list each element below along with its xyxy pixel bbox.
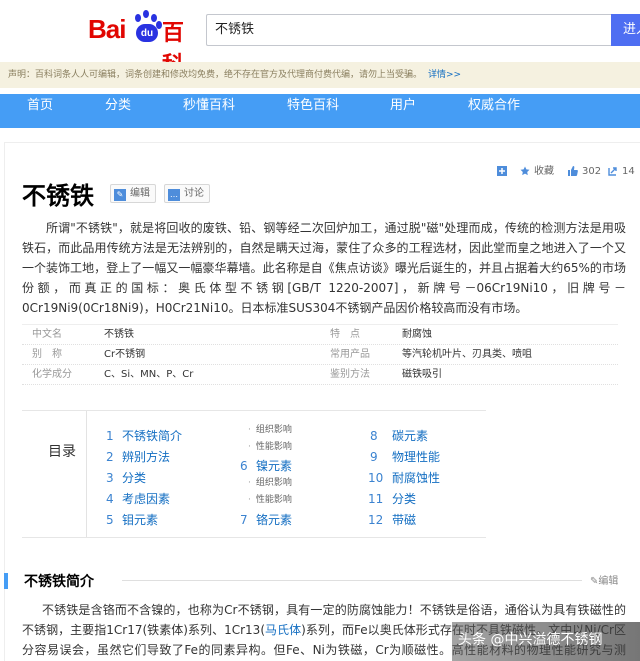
disclaimer-text: 声明：百科词条人人可编辑，词条创建和修改均免费，绝不存在官方及代理商付费代编，请… — [8, 70, 423, 80]
disclaimer-details-link[interactable]: 详情>> — [428, 70, 461, 80]
nav-miaodong[interactable]: 秒懂百科 — [183, 94, 235, 128]
section-edit-button[interactable]: ✎编辑 — [590, 572, 618, 587]
header: Bai du 百科 不锈铁 进入 — [0, 0, 640, 78]
disclaimer-bar: 声明：百科词条人人可编辑，词条创建和修改均免费，绝不存在官方及代理商付费代编，请… — [0, 62, 640, 88]
toc-item[interactable]: 3 分类 — [106, 469, 146, 486]
paw-icon: du — [132, 10, 162, 44]
info-key: 常用产品 — [330, 349, 370, 360]
discuss-button[interactable]: … 讨论 — [164, 184, 210, 203]
info-row: 别 称 Cr不锈钢 常用产品 等汽轮机叶片、刃具类、喷咀 — [22, 345, 618, 365]
toc-divider — [86, 411, 87, 537]
toc-item[interactable]: 9 物理性能 — [370, 448, 440, 465]
baidu-baike-logo[interactable]: Bai du 百科 — [88, 10, 198, 78]
share-count: 14 — [622, 166, 635, 177]
thumbs-up-icon[interactable] — [568, 166, 578, 176]
nav-authority[interactable]: 权威合作 — [468, 94, 520, 128]
info-key: 特 点 — [330, 329, 360, 340]
info-key: 中文名 — [32, 329, 62, 340]
summary-paragraph: 所谓"不锈铁"，就是将回收的废铁、铅、钢等经二次回炉加工，通过脱"磁"处理而成，… — [22, 221, 626, 315]
nav-category[interactable]: 分类 — [105, 94, 131, 128]
logo-text-du: du — [136, 24, 158, 42]
info-value: 不锈铁 — [104, 329, 134, 340]
section-title: 不锈铁简介 — [24, 574, 94, 590]
info-row: 中文名 不锈铁 特 点 耐腐蚀 — [22, 325, 618, 345]
pencil-icon: ✎ — [114, 189, 126, 201]
toc-item[interactable]: 4 考虑因素 — [106, 490, 170, 507]
info-value: C、Si、MN、P、Cr — [104, 369, 194, 380]
toc-item[interactable]: 11 分类 — [368, 490, 416, 507]
martensite-link[interactable]: 马氏体 — [265, 623, 301, 637]
logo-text-bai: Bai — [88, 14, 126, 44]
toc-subitem[interactable]: 组织影响 — [248, 475, 292, 488]
toc-item[interactable]: 12 带磁 — [368, 511, 416, 528]
toc-subitem[interactable]: 性能影响 — [248, 492, 292, 505]
chat-icon: … — [168, 189, 180, 201]
main-nav: 首页 分类 秒懂百科 特色百科 用户 权威合作 — [0, 94, 640, 128]
basic-info-table: 中文名 不锈铁 特 点 耐腐蚀 别 称 Cr不锈钢 常用产品 等汽轮机叶片、刃具… — [22, 324, 618, 385]
search-button[interactable]: 进入 — [611, 14, 640, 46]
toc-item[interactable]: 6 镍元素 — [240, 457, 292, 474]
info-key: 鉴别方法 — [330, 369, 370, 380]
search-input[interactable]: 不锈铁 — [206, 14, 612, 46]
toc-item[interactable]: 10 耐腐蚀性 — [368, 469, 440, 486]
discuss-label: 讨论 — [184, 188, 204, 199]
nav-home[interactable]: 首页 — [27, 94, 53, 128]
page-title: 不锈铁 — [22, 182, 94, 210]
watermark-overlay: 头条 @中兴溢德不锈钢 — [452, 622, 640, 661]
toc-item[interactable]: 8 碳元素 — [370, 427, 428, 444]
toc-item[interactable]: 2 辨别方法 — [106, 448, 170, 465]
toc-item[interactable]: 5 钼元素 — [106, 511, 158, 528]
info-row: 化学成分 C、Si、MN、P、Cr 鉴别方法 磁铁吸引 — [22, 365, 618, 385]
info-value: Cr不锈钢 — [104, 349, 146, 360]
table-of-contents: 目录 1不锈铁简介 2辨别方法 3分类 4考虑因素 5钼元素 组织影响 性能影响… — [22, 410, 486, 538]
toc-subitem[interactable]: 性能影响 — [248, 439, 292, 452]
edit-entry-button[interactable]: ✎ 编辑 — [110, 184, 156, 203]
section-edit-label: 编辑 — [598, 576, 619, 587]
nav-user[interactable]: 用户 — [390, 94, 416, 128]
section-marker — [4, 573, 8, 589]
share-icon[interactable] — [608, 166, 618, 176]
nav-featured[interactable]: 特色百科 — [287, 94, 339, 128]
star-icon[interactable] — [520, 166, 530, 176]
toc-item[interactable]: 7 铬元素 — [240, 511, 292, 528]
section-divider — [122, 580, 582, 581]
toc-title: 目录 — [48, 444, 76, 460]
collect-button[interactable]: 收藏 — [534, 164, 554, 180]
info-value: 等汽轮机叶片、刃具类、喷咀 — [402, 349, 532, 360]
info-key: 化学成分 — [32, 369, 72, 380]
info-key: 别 称 — [32, 349, 62, 360]
like-count: 302 — [582, 166, 602, 177]
toc-subitem[interactable]: 组织影响 — [248, 422, 292, 435]
edit-entry-label: 编辑 — [130, 188, 150, 199]
info-value: 耐腐蚀 — [402, 329, 432, 340]
add-icon[interactable] — [497, 166, 507, 176]
toc-item[interactable]: 1 不锈铁简介 — [106, 427, 182, 444]
info-value: 磁铁吸引 — [402, 369, 442, 380]
